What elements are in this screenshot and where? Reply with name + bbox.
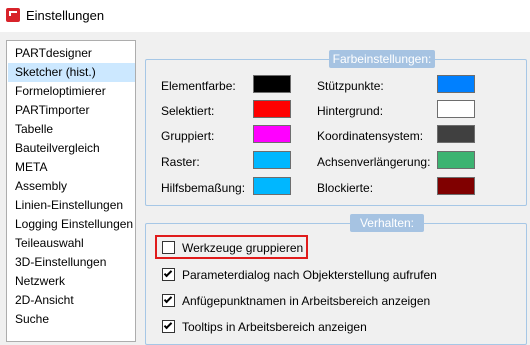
checkbox-parameterdialog[interactable] xyxy=(162,268,175,281)
color-swatch-blockierte[interactable] xyxy=(437,177,475,195)
color-label-koordinatensystem: Koordinatensystem: xyxy=(317,129,424,143)
checkbox-tooltips[interactable] xyxy=(162,320,175,333)
color-swatch-koordinatensystem[interactable] xyxy=(437,125,475,143)
sidebar-item-partimporter[interactable]: PARTimporter xyxy=(8,101,135,120)
sidebar-item-netzwerk[interactable]: Netzwerk xyxy=(8,272,135,291)
checkbox-anfuegepunktnamen[interactable] xyxy=(162,294,175,307)
color-settings-title: Farbeinstellungen: xyxy=(329,50,435,68)
sidebar-item-tabelle[interactable]: Tabelle xyxy=(8,120,135,139)
color-label-elementfarbe: Elementfarbe: xyxy=(161,79,236,93)
app-logo-icon xyxy=(6,8,20,22)
sidebar-item-2d-ansicht[interactable]: 2D-Ansicht xyxy=(8,291,135,310)
color-swatch-selektiert[interactable] xyxy=(253,100,291,118)
sidebar-item-assembly[interactable]: Assembly xyxy=(8,177,135,196)
color-swatch-raster[interactable] xyxy=(253,151,291,169)
color-swatch-hilfsbemassung[interactable] xyxy=(253,177,291,195)
color-swatch-hintergrund[interactable] xyxy=(437,100,475,118)
option-label: Parameterdialog nach Objekterstellung au… xyxy=(182,268,437,282)
behavior-settings-title: Verhalten: xyxy=(350,214,424,232)
color-label-achsenverlaengerung: Achsenverlängerung: xyxy=(317,155,431,169)
sidebar-item-sketcher[interactable]: Sketcher (hist.) xyxy=(8,63,135,82)
color-swatch-achsenverlaengerung[interactable] xyxy=(437,151,475,169)
settings-category-list[interactable]: PARTdesigner Sketcher (hist.) Formelopti… xyxy=(6,40,136,342)
sidebar-item-formeloptimierer[interactable]: Formeloptimierer xyxy=(8,82,135,101)
color-swatch-elementfarbe[interactable] xyxy=(253,75,291,93)
sidebar-item-partdesigner[interactable]: PARTdesigner xyxy=(8,44,135,63)
color-label-hilfsbemassung: Hilfsbemaßung: xyxy=(161,181,246,195)
sidebar-item-teileauswahl[interactable]: Teileauswahl xyxy=(8,234,135,253)
color-label-selektiert: Selektiert: xyxy=(161,104,215,118)
option-label: Tooltips in Arbeitsbereich anzeigen xyxy=(182,320,367,334)
option-label: Anfügepunktnamen in Arbeitsbereich anzei… xyxy=(182,294,431,308)
color-label-stuetzpunkte: Stützpunkte: xyxy=(317,79,384,93)
color-label-gruppiert: Gruppiert: xyxy=(161,129,215,143)
sidebar-item-logging-einstellungen[interactable]: Logging Einstellungen xyxy=(8,215,135,234)
color-swatch-gruppiert[interactable] xyxy=(253,125,291,143)
highlight-annotation xyxy=(155,235,308,259)
sidebar-item-bauteilvergleich[interactable]: Bauteilvergleich xyxy=(8,139,135,158)
sidebar-item-suche[interactable]: Suche xyxy=(8,310,135,329)
window-title: Einstellungen xyxy=(26,8,105,23)
color-label-blockierte: Blockierte: xyxy=(317,181,374,195)
sidebar-item-meta[interactable]: META xyxy=(8,158,135,177)
color-swatch-stuetzpunkte[interactable] xyxy=(437,75,475,93)
sidebar-item-linien-einstellungen[interactable]: Linien-Einstellungen xyxy=(8,196,135,215)
color-label-hintergrund: Hintergrund: xyxy=(317,104,384,118)
title-bar: Einstellungen xyxy=(0,0,530,32)
color-label-raster: Raster: xyxy=(161,155,200,169)
sidebar-item-3d-einstellungen[interactable]: 3D-Einstellungen xyxy=(8,253,135,272)
